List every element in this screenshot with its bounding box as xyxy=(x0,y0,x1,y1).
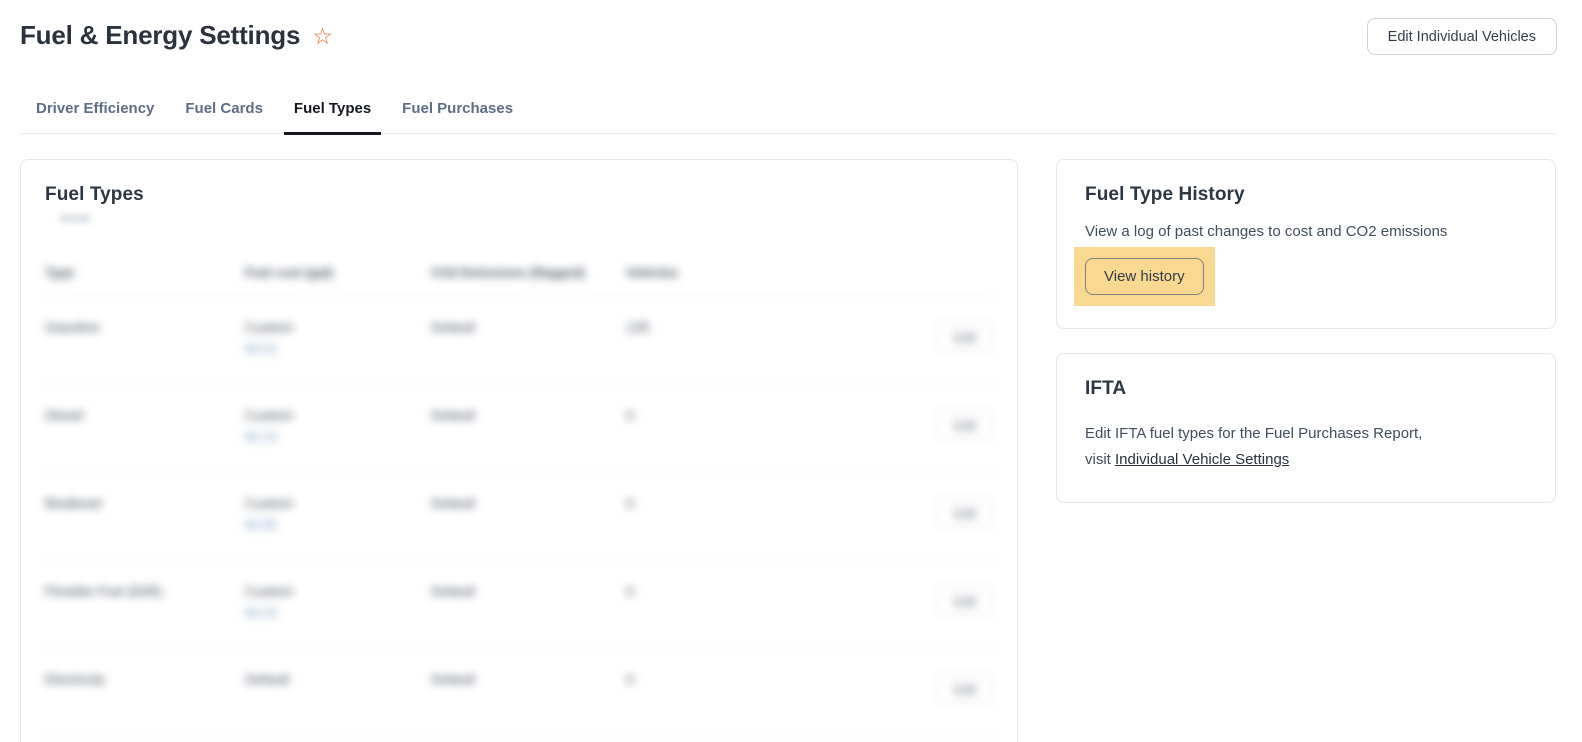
ifta-description-line2-prefix: visit xyxy=(1085,451,1115,468)
fuel-type-history-description: View a log of past changes to cost and C… xyxy=(1085,223,1527,240)
column-header-fuel-cost: Fuel cost (gal) xyxy=(245,265,431,280)
ifta-title: IFTA xyxy=(1085,378,1527,400)
vehicles-cell: 0 xyxy=(626,671,905,687)
column-header-type: Type xyxy=(45,265,245,280)
fuel-cost-value: Custom xyxy=(245,583,293,599)
fuel-cost-cell: Custom $3.20 xyxy=(245,583,431,620)
fuel-cost-value: Custom xyxy=(245,407,293,423)
fuel-type-cell: Diesel xyxy=(45,407,245,423)
tab-fuel-purchases[interactable]: Fuel Purchases xyxy=(392,94,523,135)
fuel-cost-cell: Custom $3.91 xyxy=(245,319,431,356)
page-title: Fuel & Energy Settings xyxy=(20,20,300,51)
ifta-description-line1: Edit IFTA fuel types for the Fuel Purcha… xyxy=(1085,425,1422,442)
page-title-row: Fuel & Energy Settings ☆ xyxy=(20,20,1557,51)
right-column: Fuel Type History View a log of past cha… xyxy=(1056,159,1556,503)
emissions-cell: Default xyxy=(431,319,626,335)
column-header-vehicles: Vehicles xyxy=(626,265,905,280)
favorite-star-icon[interactable]: ☆ xyxy=(312,25,333,48)
edit-individual-vehicles-button[interactable]: Edit Individual Vehicles xyxy=(1367,18,1557,55)
main-content: Fuel Types Type Fuel cost (gal) CO2 Emis… xyxy=(20,159,1556,742)
row-edit-button[interactable]: Edit xyxy=(937,674,993,704)
fuel-cost-cell: Default xyxy=(245,671,431,687)
fuel-cost-value: Custom xyxy=(245,319,293,335)
view-history-button[interactable]: View history xyxy=(1085,258,1204,295)
emissions-cell: Default xyxy=(431,495,626,511)
table-row: Flexible Fuel (E85) Custom $3.20 Default… xyxy=(45,561,993,649)
column-header-emissions: CO2 Emissions (flagged) xyxy=(431,265,626,280)
tutorial-highlight: View history xyxy=(1074,247,1215,306)
individual-vehicle-settings-link[interactable]: Individual Vehicle Settings xyxy=(1115,451,1289,468)
table-row: Gasoline Custom $3.91 Default 135 Edit xyxy=(45,297,993,385)
row-edit-button[interactable]: Edit xyxy=(937,410,993,440)
emissions-cell: Default xyxy=(431,671,626,687)
row-edit-button[interactable]: Edit xyxy=(937,322,993,352)
fuel-types-card-title: Fuel Types xyxy=(45,184,993,206)
fuel-cost-link[interactable]: $3.20 xyxy=(245,605,278,620)
row-edit-button[interactable]: Edit xyxy=(937,498,993,528)
fuel-type-history-card: Fuel Type History View a log of past cha… xyxy=(1056,159,1556,329)
tabs-bar: Driver Efficiency Fuel Cards Fuel Types … xyxy=(20,94,1556,134)
tab-fuel-types[interactable]: Fuel Types xyxy=(284,94,381,135)
ifta-card: IFTA Edit IFTA fuel types for the Fuel P… xyxy=(1056,353,1556,503)
fuel-cost-value: Default xyxy=(245,671,289,687)
fuel-cost-link[interactable]: $4.10 xyxy=(245,429,278,444)
fuel-type-cell: Electricity xyxy=(45,671,245,687)
fuel-type-cell: Biodiesel xyxy=(45,495,245,511)
fuel-cost-value: Custom xyxy=(245,495,293,511)
redacted-subtext xyxy=(59,214,91,223)
table-header-row: Type Fuel cost (gal) CO2 Emissions (flag… xyxy=(45,265,993,297)
tab-driver-efficiency[interactable]: Driver Efficiency xyxy=(26,94,164,135)
fuel-type-cell: Gasoline xyxy=(45,319,245,335)
table-row: Biodiesel Custom $3.85 Default 0 Edit xyxy=(45,473,993,561)
fuel-cost-link[interactable]: $3.91 xyxy=(245,341,278,356)
fuel-cost-link[interactable]: $3.85 xyxy=(245,517,278,532)
fuel-cost-cell: Custom $4.10 xyxy=(245,407,431,444)
table-row: Electricity Default Default 0 Edit xyxy=(45,649,993,737)
fuel-cost-cell: Custom $3.85 xyxy=(245,495,431,532)
fuel-types-table: Type Fuel cost (gal) CO2 Emissions (flag… xyxy=(45,265,993,737)
vehicles-cell: 0 xyxy=(626,407,905,423)
table-row: Diesel Custom $4.10 Default 0 Edit xyxy=(45,385,993,473)
emissions-cell: Default xyxy=(431,407,626,423)
fuel-type-history-title: Fuel Type History xyxy=(1085,184,1527,206)
emissions-cell: Default xyxy=(431,583,626,599)
row-edit-button[interactable]: Edit xyxy=(937,586,993,616)
vehicles-cell: 0 xyxy=(626,495,905,511)
fuel-type-cell: Flexible Fuel (E85) xyxy=(45,583,245,599)
vehicles-cell: 0 xyxy=(626,583,905,599)
tab-fuel-cards[interactable]: Fuel Cards xyxy=(175,94,273,135)
fuel-types-card: Fuel Types Type Fuel cost (gal) CO2 Emis… xyxy=(20,159,1018,742)
vehicles-cell: 135 xyxy=(626,319,905,335)
page-header: Fuel & Energy Settings ☆ Edit Individual… xyxy=(0,0,1582,72)
ifta-description: Edit IFTA fuel types for the Fuel Purcha… xyxy=(1085,421,1527,473)
